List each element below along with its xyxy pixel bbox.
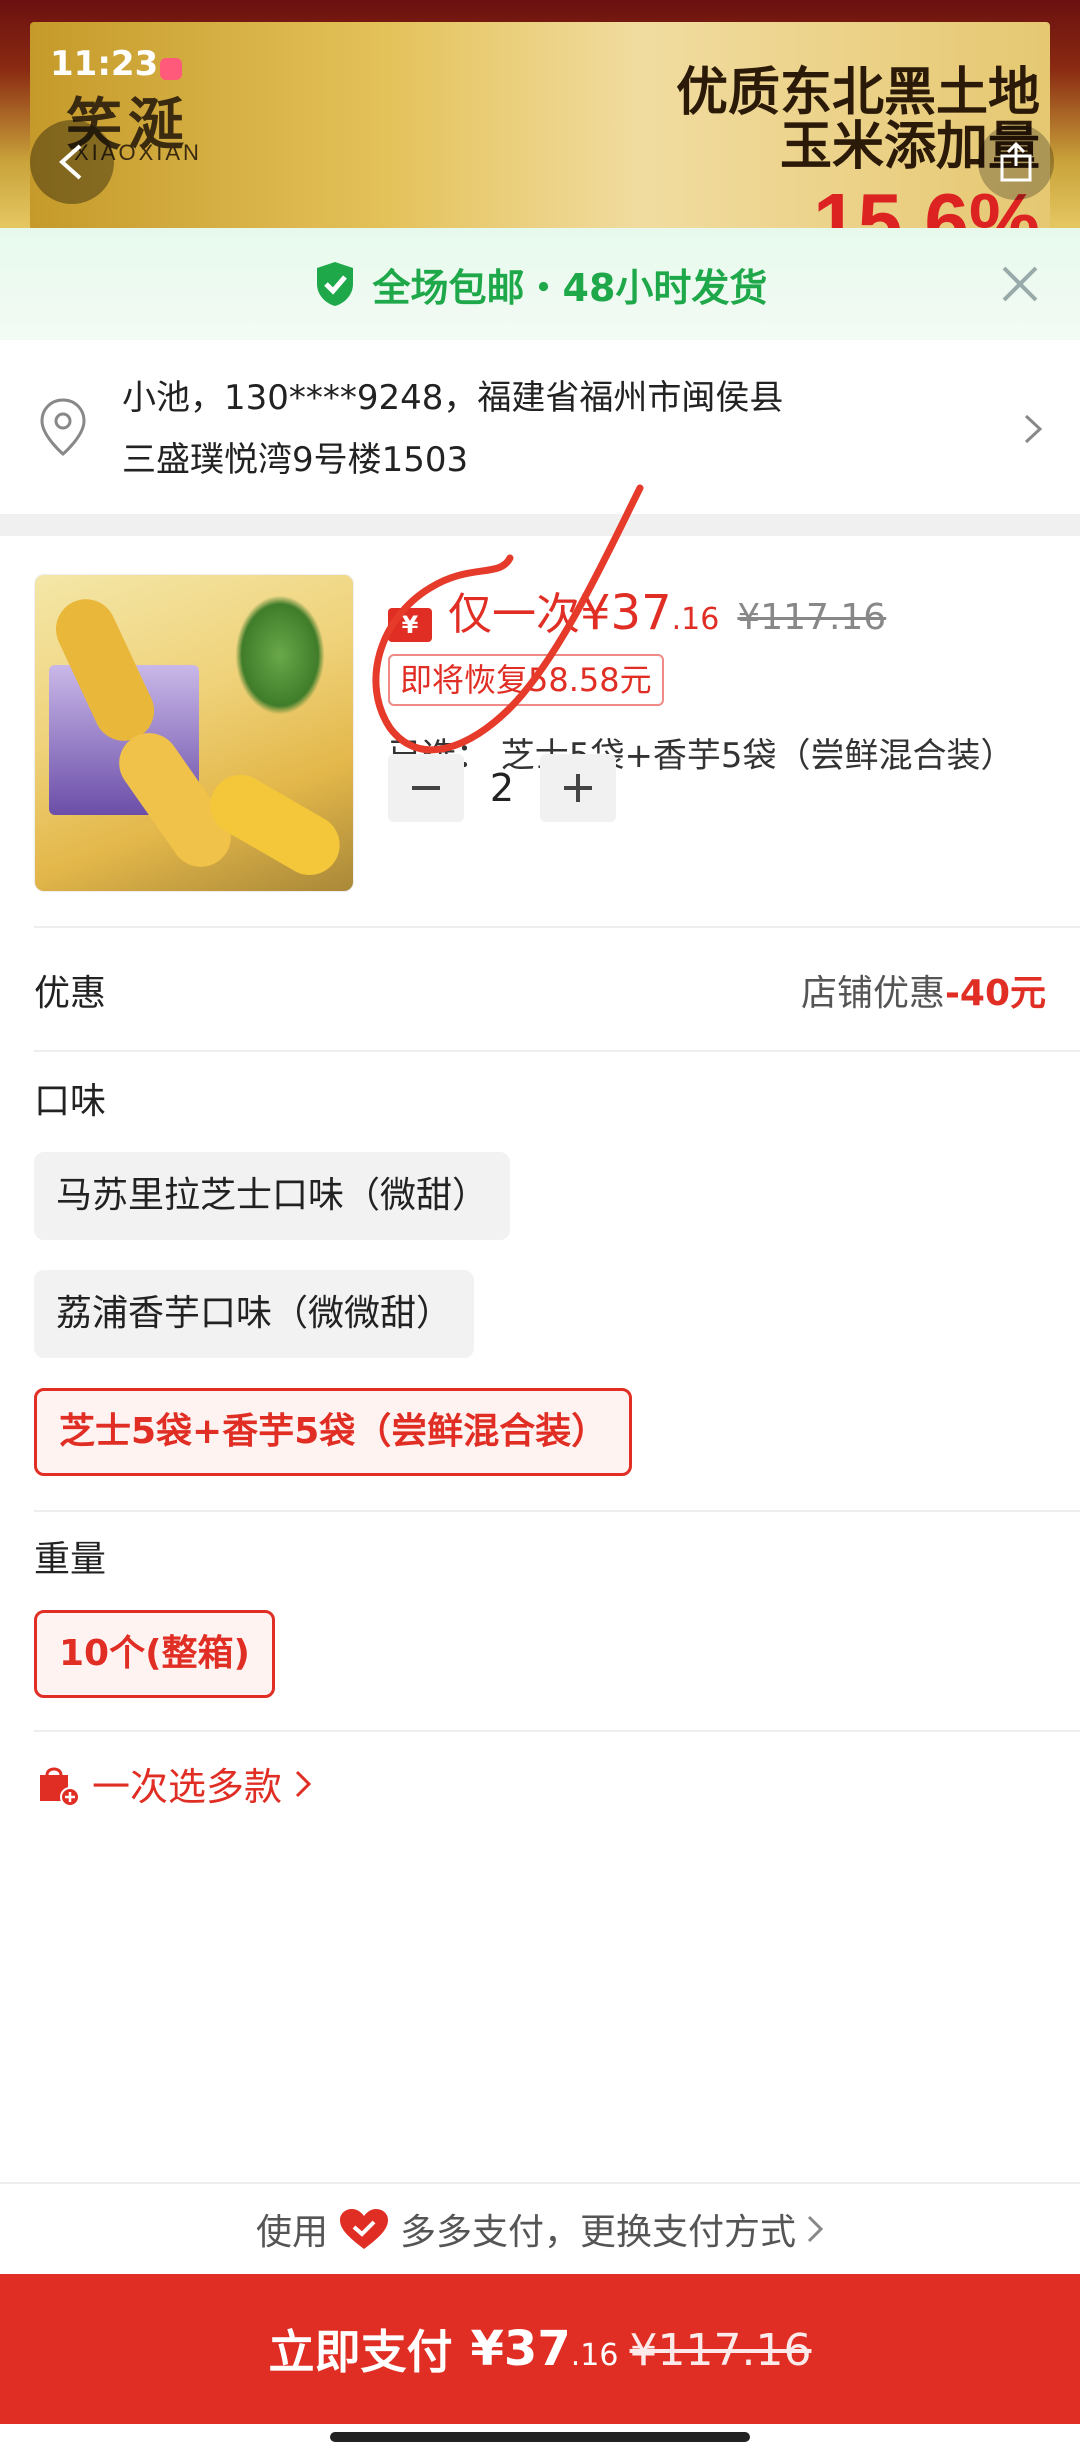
shopping-bag-plus-icon bbox=[40, 1767, 80, 1807]
share-icon bbox=[1000, 142, 1032, 182]
location-pin-icon bbox=[40, 398, 86, 456]
chevron-right-icon bbox=[807, 2215, 824, 2243]
plus-icon bbox=[564, 774, 592, 802]
flavor-option-taro[interactable]: 荔浦香芋口味（微微甜） bbox=[34, 1270, 475, 1358]
divider bbox=[34, 1050, 1080, 1052]
shipping-banner: 全场包邮・48小时发货 bbox=[0, 228, 1080, 340]
divider bbox=[34, 926, 1080, 928]
weight-label: 重量 bbox=[34, 1539, 107, 1580]
discount-amount: -40元 bbox=[944, 973, 1046, 1014]
price-row: ¥ 仅一次 ¥37 .16 ¥117.16 bbox=[388, 578, 886, 642]
weight-option-box[interactable]: 10个(整箱) bbox=[34, 1610, 276, 1698]
flavor-option-mixed[interactable]: 芝士5袋+香芋5袋（尝鲜混合装） bbox=[34, 1388, 633, 1476]
price-decimal: .16 bbox=[671, 602, 720, 637]
payment-method-text: 多多支付，更换支付方式 bbox=[400, 2212, 797, 2253]
decrease-button[interactable] bbox=[388, 754, 464, 822]
quantity-value[interactable]: 2 bbox=[464, 766, 540, 810]
close-icon[interactable] bbox=[996, 260, 1044, 308]
pay-amount: ¥37 bbox=[470, 2321, 571, 2377]
back-button[interactable] bbox=[30, 120, 114, 204]
store-discount[interactable]: 店铺优惠-40元 bbox=[801, 964, 1046, 1016]
chevron-left-icon bbox=[58, 144, 82, 180]
address-line-2: 三盛璞悦湾9号楼1503 bbox=[122, 440, 469, 480]
restore-price-tag: 即将恢复58.58元 bbox=[388, 654, 664, 706]
pay-now-label: 立即支付 bbox=[268, 2325, 453, 2379]
chevron-right-icon bbox=[295, 1770, 312, 1797]
product-banner: 11:23 笑涎 XIAOXIAN 优质东北黑土地 玉米添加量 15.6% bbox=[0, 0, 1080, 230]
pay-amount-decimal: .16 bbox=[570, 2338, 619, 2373]
price-prefix: 仅一次 bbox=[448, 589, 580, 640]
pay-amount-group: ¥37.16 ¥117.16 bbox=[471, 2321, 812, 2377]
divider bbox=[34, 1730, 1080, 1732]
price-main: ¥37 bbox=[580, 585, 672, 641]
product-thumbnail[interactable] bbox=[34, 574, 354, 892]
payment-method-row[interactable]: 使用 多多支付，更换支付方式 bbox=[0, 2182, 1080, 2274]
pay-original-amount: ¥117.16 bbox=[629, 2325, 812, 2376]
minus-icon bbox=[412, 786, 440, 790]
coupon-icon: ¥ bbox=[388, 608, 432, 642]
share-button[interactable] bbox=[978, 124, 1054, 200]
store-discount-label: 店铺优惠 bbox=[800, 973, 945, 1014]
shield-check-icon bbox=[316, 262, 353, 306]
order-sheet: 全场包邮・48小时发货 小池，130****9248，福建省福州市闽侯县 三盛璞… bbox=[0, 228, 1080, 2460]
address-line-1: 小池，130****9248，福建省福州市闽侯县 bbox=[122, 378, 784, 418]
multi-pick-link[interactable]: 一次选多款 bbox=[34, 1756, 312, 1811]
chevron-right-icon bbox=[1024, 414, 1043, 444]
home-indicator[interactable] bbox=[330, 2432, 750, 2442]
status-time: 11:23 bbox=[50, 44, 159, 84]
original-price: ¥117.16 bbox=[737, 597, 887, 638]
section-divider bbox=[0, 514, 1080, 536]
heart-pay-icon bbox=[340, 2209, 388, 2249]
flavor-label: 口味 bbox=[34, 1081, 107, 1122]
increase-button[interactable] bbox=[540, 754, 616, 822]
pay-now-button[interactable]: 立即支付 ¥37.16 ¥117.16 bbox=[0, 2274, 1080, 2424]
notification-icon bbox=[160, 58, 182, 80]
flavor-option-cheese[interactable]: 马苏里拉芝士口味（微甜） bbox=[34, 1152, 511, 1240]
multi-pick-text: 一次选多款 bbox=[92, 1765, 283, 1809]
address-row[interactable]: 小池，130****9248，福建省福州市闽侯县 三盛璞悦湾9号楼1503 bbox=[0, 340, 1080, 518]
shipping-text: 全场包邮・48小时发货 bbox=[372, 265, 768, 310]
divider bbox=[34, 1510, 1080, 1512]
payment-prefix: 使用 bbox=[255, 2212, 328, 2253]
promotion-label: 优惠 bbox=[34, 973, 107, 1014]
